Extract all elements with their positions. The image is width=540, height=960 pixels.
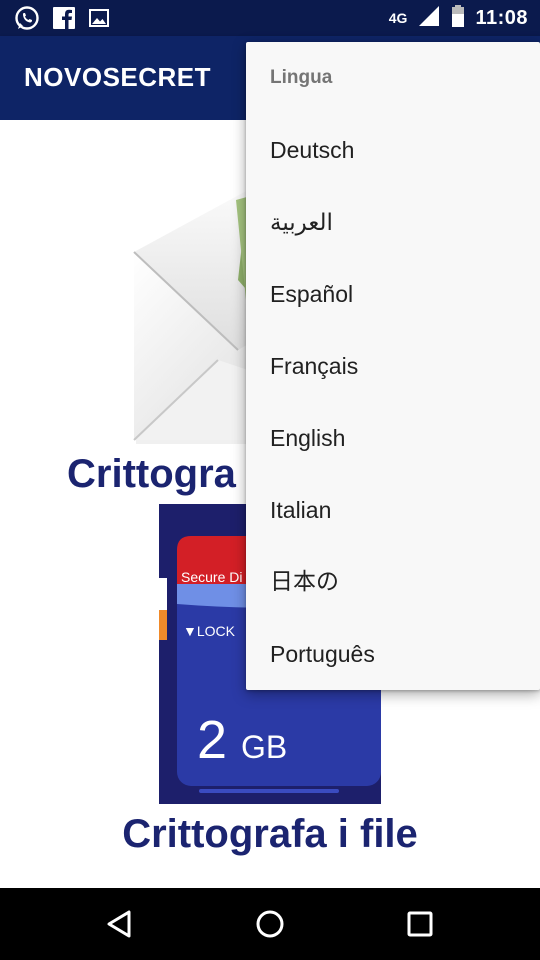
app-title: NOVOSECRET (24, 62, 212, 92)
home-icon[interactable] (250, 904, 290, 944)
sd-capacity-number: 2 (197, 710, 227, 770)
encrypt-files-label[interactable]: Crittografa i file (0, 812, 540, 857)
signal-icon (417, 5, 441, 32)
facebook-icon (52, 6, 76, 35)
language-menu: Lingua Deutsch العربية Español Français … (246, 42, 540, 690)
menu-item-italian[interactable]: Italian (246, 474, 540, 546)
menu-item-francais[interactable]: Français (246, 330, 540, 402)
sd-capacity-unit: GB (241, 729, 287, 765)
menu-item-japanese[interactable]: 日本の (246, 546, 540, 618)
recents-icon[interactable] (400, 904, 440, 944)
encrypt-messages-label[interactable]: Crittogra (67, 452, 236, 497)
system-icons: 4G 11:08 (389, 0, 528, 36)
menu-item-portugues[interactable]: Português (246, 618, 540, 690)
menu-item-espanol[interactable]: Español (246, 258, 540, 330)
back-icon[interactable] (100, 904, 140, 944)
menu-item-arabic[interactable]: العربية (246, 186, 540, 258)
clock: 11:08 (475, 6, 528, 29)
gallery-icon (88, 7, 110, 34)
whatsapp-icon (14, 5, 40, 36)
status-bar: 4G 11:08 (0, 0, 540, 36)
notification-icons (14, 5, 110, 36)
battery-icon (451, 4, 465, 33)
sd-lock-text: ▼LOCK (183, 623, 236, 639)
menu-item-deutsch[interactable]: Deutsch (246, 114, 540, 186)
sd-brand-text: Secure Di (181, 569, 242, 585)
menu-item-english[interactable]: English (246, 402, 540, 474)
language-menu-header: Lingua (270, 67, 333, 88)
navigation-bar (0, 888, 540, 960)
network-type: 4G (388, 10, 408, 26)
